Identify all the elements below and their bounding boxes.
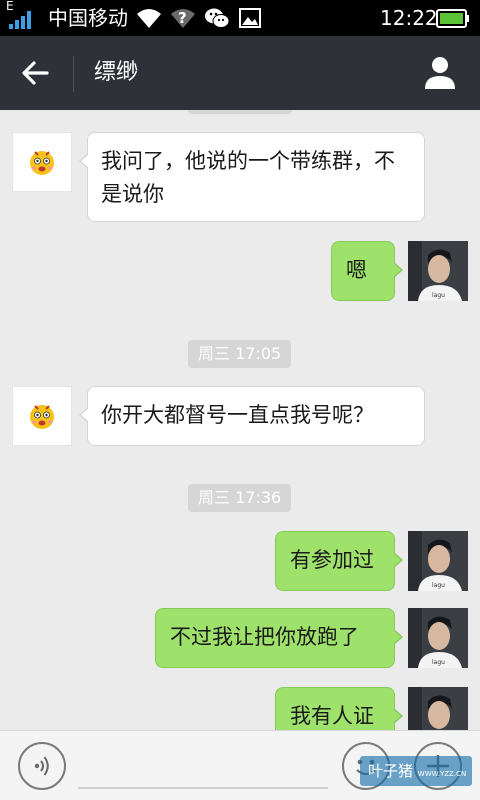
image-icon <box>239 8 261 28</box>
chat-area[interactable]: 我问了，他说的一个带练群，不是说你 嗯 lagu 周三 17:05 你开大都督号… <box>0 110 480 730</box>
watermark-url: WWW.YZZ.CN <box>417 770 467 778</box>
title-bar: 缥缈 <box>0 36 480 110</box>
timestamp-badge-partial <box>188 110 292 114</box>
incoming-message[interactable]: 我问了，他说的一个带练群，不是说你 <box>79 132 425 222</box>
svg-text:lagu: lagu <box>432 292 445 299</box>
my-avatar[interactable]: lagu <box>408 687 468 730</box>
my-avatar[interactable]: lagu <box>408 608 468 668</box>
emoji-face-icon <box>30 405 54 429</box>
chat-title: 缥缈 <box>94 60 139 85</box>
voice-icon <box>34 756 49 776</box>
unknown-signal-icon: ? <box>171 9 195 28</box>
arrow-left-icon <box>22 61 49 85</box>
svg-text:?: ? <box>178 9 187 27</box>
user-photo: lagu <box>408 687 468 730</box>
signal-icon <box>9 11 31 29</box>
watermark-logo: 叶子猪 WWW.YZZ.CN <box>360 756 472 786</box>
outgoing-message[interactable]: 嗯 <box>331 241 403 301</box>
timestamp-badge: 周三 17:36 <box>188 484 292 512</box>
watermark-text: 叶子猪 <box>368 762 414 780</box>
carrier-name: 中国移动 <box>48 6 128 30</box>
user-photo: lagu <box>408 241 468 301</box>
contact-avatar[interactable] <box>12 132 72 192</box>
back-button[interactable] <box>12 52 60 94</box>
wechat-icon <box>205 8 230 28</box>
emoji-face-icon <box>30 151 54 175</box>
svg-text:lagu: lagu <box>432 659 445 666</box>
user-photo: lagu <box>408 531 468 591</box>
outgoing-message[interactable]: 我有人证 <box>275 687 403 730</box>
incoming-message[interactable]: 你开大都督号一直点我号呢？ <box>79 386 425 446</box>
status-bar: E 中国移动 ? 12:22 <box>0 0 480 36</box>
message-input[interactable] <box>78 743 328 789</box>
svg-text:lagu: lagu <box>432 582 445 589</box>
person-icon <box>425 57 455 89</box>
user-photo: lagu <box>408 608 468 668</box>
profile-button[interactable] <box>420 52 460 92</box>
outgoing-message[interactable]: 有参加过 <box>275 531 403 591</box>
wifi-icon <box>137 9 161 28</box>
timestamp-badge: 周三 17:05 <box>188 340 292 368</box>
contact-avatar[interactable] <box>12 386 72 446</box>
my-avatar[interactable]: lagu <box>408 241 468 301</box>
voice-button[interactable] <box>18 742 66 790</box>
title-divider <box>73 56 74 92</box>
battery-icon <box>436 9 469 28</box>
my-avatar[interactable]: lagu <box>408 531 468 591</box>
outgoing-message[interactable]: 不过我让把你放跑了 <box>155 608 403 668</box>
clock: 12:22 <box>380 6 438 30</box>
